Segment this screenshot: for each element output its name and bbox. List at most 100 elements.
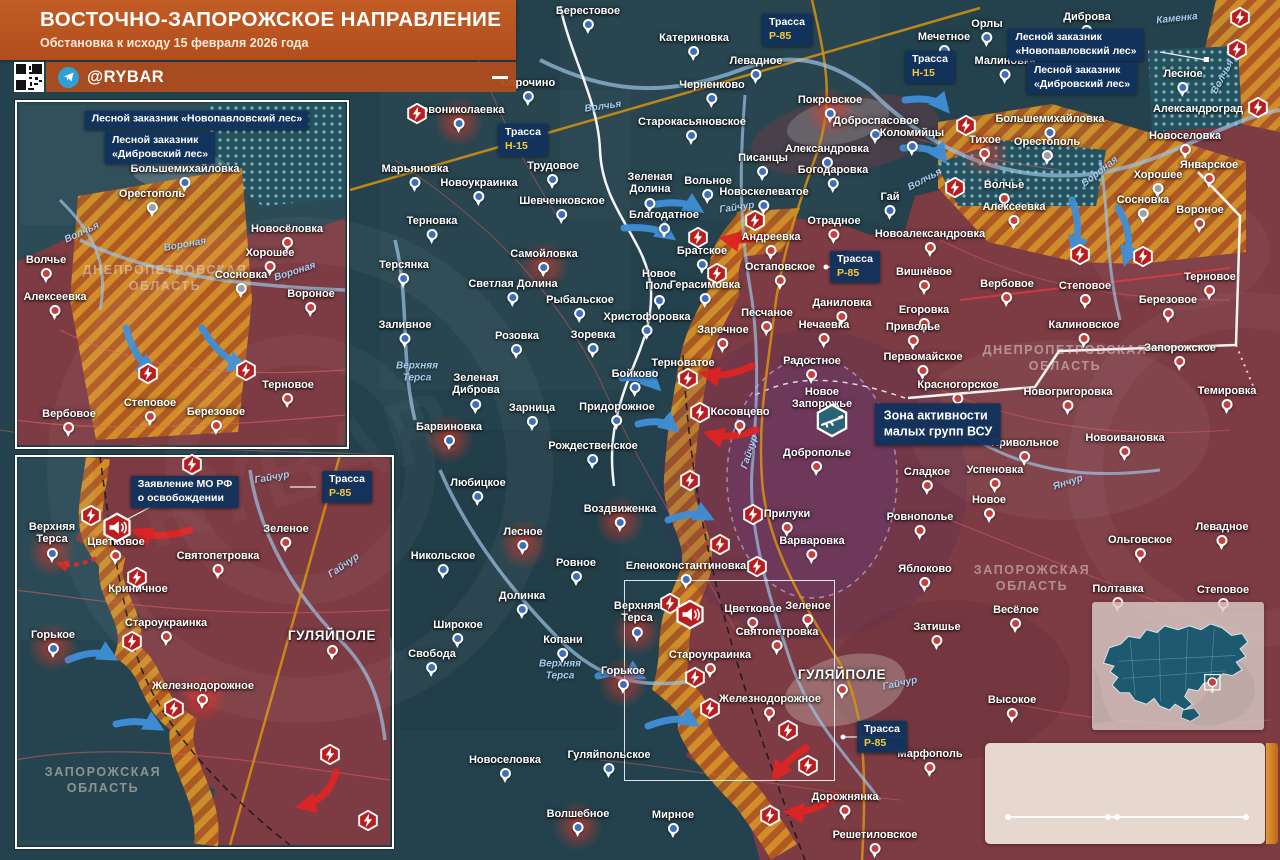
map-pin-icon [64, 422, 75, 433]
map-pin-icon [840, 805, 851, 816]
clash-icon [1133, 246, 1154, 272]
map-pin-icon [583, 19, 594, 30]
town-name: Вороное [1176, 204, 1224, 216]
town-label: Покровское [798, 94, 862, 119]
map-pin-icon [517, 540, 528, 551]
town-label: Терсянка [379, 259, 429, 284]
callout-line: Трасса [769, 16, 805, 30]
map-pin-icon [703, 189, 714, 200]
map-pin-icon [870, 129, 881, 140]
qr-code [14, 62, 44, 92]
town-name: Самойловка [510, 248, 578, 260]
map-pin-icon [470, 399, 481, 410]
river-label: Верхняя Терса [539, 659, 581, 682]
strike-glow [496, 517, 550, 571]
map-pin-icon [146, 202, 157, 213]
town-label: Терновое [1184, 271, 1236, 296]
map-callout: Заявление МО РФо освобождении [131, 476, 239, 508]
clash-icon [236, 360, 257, 386]
clash-icon [688, 227, 709, 253]
town-label: Орлы [971, 18, 1002, 43]
town-label: Писанцы [738, 152, 788, 177]
map-pin-icon [1174, 356, 1185, 367]
town-label: Рождественское [548, 440, 638, 465]
town-label: Гуляйпольское [567, 749, 650, 774]
map-pin-icon [984, 508, 995, 519]
town-name: Розовка [495, 330, 539, 342]
town-name: Зоревка [571, 329, 616, 341]
clash-icon [164, 698, 185, 724]
map-pin-icon [818, 333, 829, 344]
town-label: Новое Поле [642, 268, 676, 306]
town-label: Самойловка [510, 248, 578, 273]
map-pin-icon [641, 325, 652, 336]
town-name: Трудовое [527, 160, 579, 172]
map-pin-icon [280, 537, 291, 548]
town-label: Александровка [785, 143, 869, 168]
town-label: Копани [543, 634, 583, 659]
town-label: Волчье [984, 179, 1024, 204]
callout-line: Лесной заказник «Новопавловский лес» [92, 113, 302, 127]
ukraine-minimap [1092, 602, 1264, 730]
town-name: Доброспасовое [833, 115, 919, 127]
map-pin-icon [46, 548, 57, 559]
map-pin-icon [686, 130, 697, 141]
town-label: Вольное [684, 175, 732, 200]
town-label: Христофоровка [604, 311, 691, 336]
town-name: Благодатное [629, 209, 699, 221]
rybar-handle[interactable]: @RYBAR [87, 69, 164, 86]
town-label: Березовое [1139, 294, 1197, 319]
map-pin-icon [1162, 308, 1173, 319]
town-label: Светлая Долина [468, 278, 557, 303]
town-name: Черненково [679, 79, 744, 91]
town-name: Зеленая Долина [627, 171, 672, 196]
town-name: Ольговское [1108, 534, 1172, 546]
town-label: Святопетровка [177, 550, 260, 575]
map-pin-icon [145, 411, 156, 422]
town-label: Терновое [262, 379, 314, 404]
map-labels-layer: БерестовоеКатериновкаЛевадноеЧерненковоП… [0, 0, 1280, 860]
map-pin-icon [507, 292, 518, 303]
town-label: Вишнёвое [896, 266, 952, 291]
clash-icon [127, 567, 148, 593]
river-label: Гайчур [254, 469, 291, 486]
strike-glow [25, 525, 79, 579]
map-pin-icon [1080, 294, 1091, 305]
town-label: Долинка [499, 590, 545, 615]
town-name: Широкое [433, 619, 482, 631]
callout-line: малых групп ВСУ [884, 424, 992, 440]
town-label: Зеленое [263, 523, 308, 548]
town-label: Свобода [408, 648, 456, 673]
region-label: ДНЕПРОПЕТРОВСКАЯ ОБЛАСТЬ [83, 262, 248, 295]
map-pin-icon [1137, 208, 1148, 219]
map-pin-icon [782, 522, 793, 533]
region-label: ДНЕПРОПЕТРОВСКАЯ ОБЛАСТЬ [983, 342, 1148, 375]
town-name: Новоселовка [469, 754, 541, 766]
map-pin-icon [282, 393, 293, 404]
clash-icon [956, 115, 977, 141]
callout-line: Р-85 [769, 30, 805, 44]
town-name: Волчье [26, 254, 66, 266]
town-label: Никольское [411, 550, 476, 575]
town-name: Сосновка [1117, 194, 1169, 206]
road-callout: ТрассаН-15 [905, 51, 955, 83]
town-name: Верхняя Терса [29, 521, 75, 546]
town-label: Верхняя Терса [614, 600, 660, 638]
town-name: Терновка [407, 215, 458, 227]
map-pin-icon [772, 640, 783, 651]
town-label: Зеленая Долина [627, 171, 672, 209]
town-name: Старокасьяновское [638, 116, 746, 128]
town-name: Березовое [1139, 294, 1197, 306]
callout-line: Р-85 [837, 267, 873, 281]
town-label: Верхняя Терса [29, 521, 75, 559]
map-pin-icon [1041, 150, 1052, 161]
town-label: Воздвиженка [584, 503, 657, 528]
map-pin-icon [806, 369, 817, 380]
clash-icon [710, 534, 731, 560]
town-name: Волчье [984, 179, 1024, 191]
town-name: Алексеевка [23, 291, 86, 303]
town-label: ГУЛЯЙПОЛЕ [288, 628, 376, 656]
town-label: Богодаровка [798, 164, 869, 189]
town-name: Новоселовка [1149, 130, 1221, 142]
town-label: Остаповское [745, 261, 815, 286]
